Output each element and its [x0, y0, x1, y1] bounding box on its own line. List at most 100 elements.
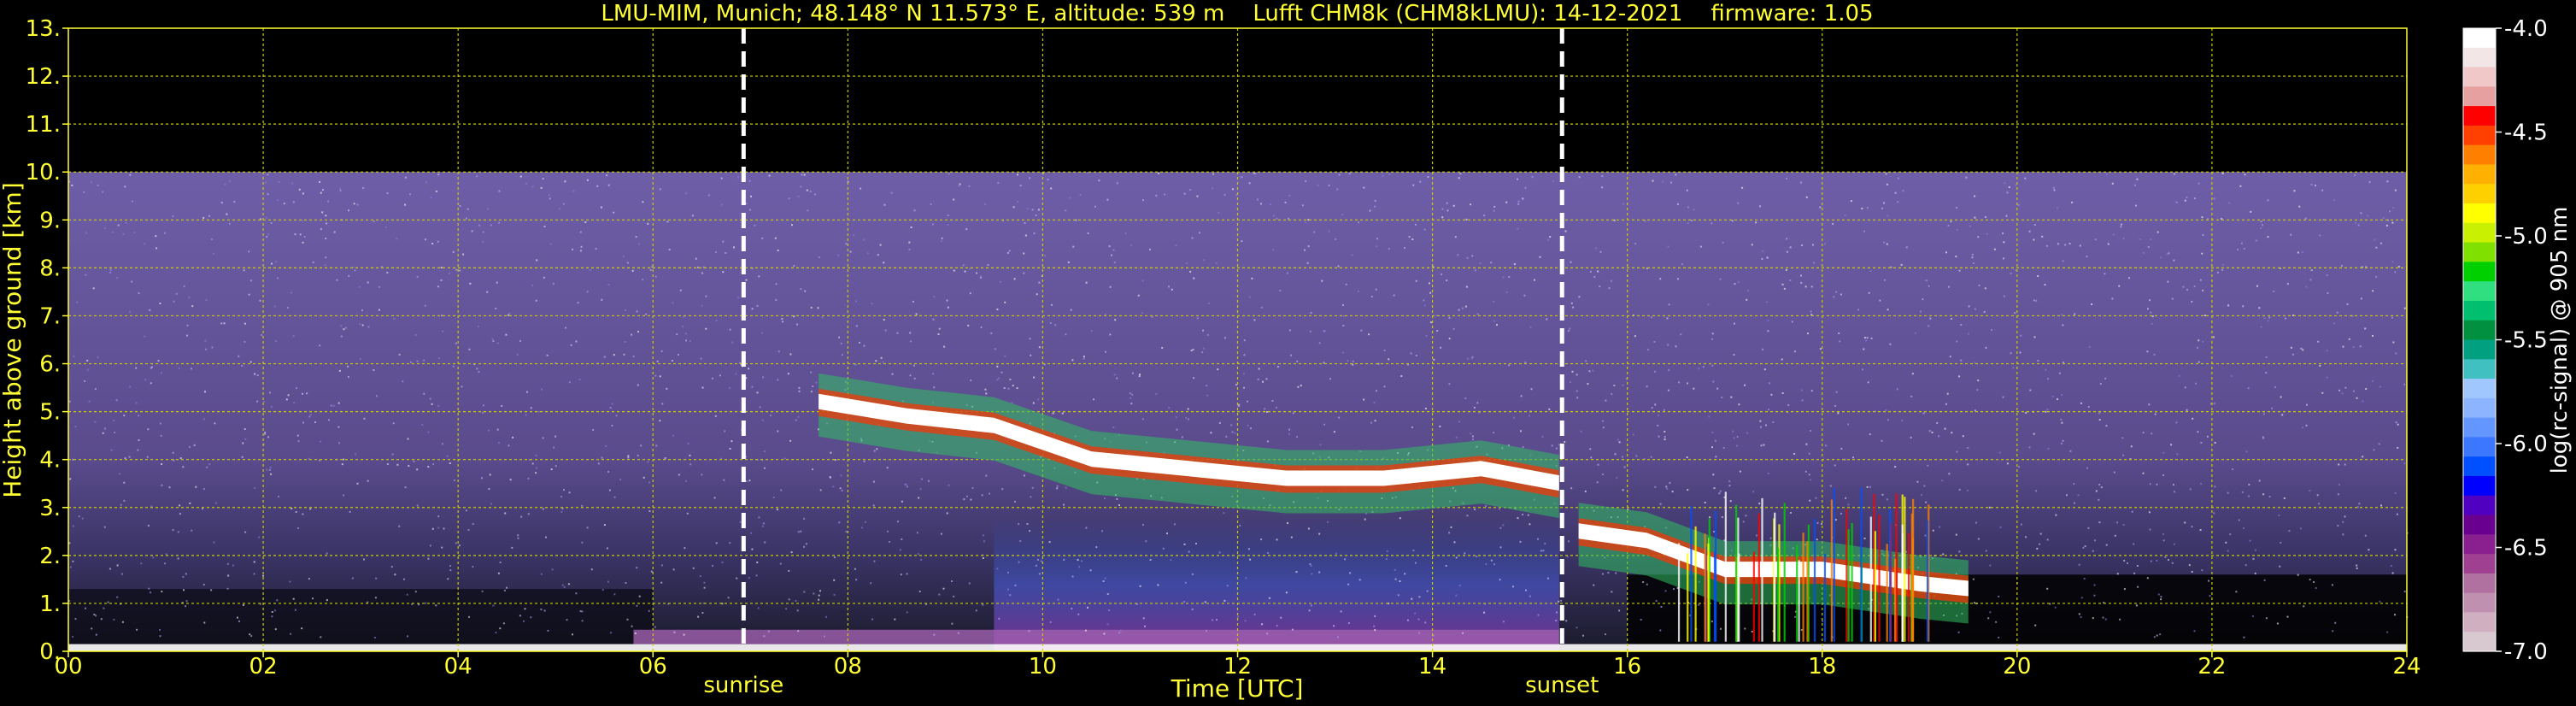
noise-speck [1646, 385, 1648, 388]
noise-speck [590, 568, 593, 571]
noise-speck [561, 508, 564, 510]
noise-speck [220, 322, 223, 325]
noise-speck [581, 504, 584, 507]
noise-speck [1189, 189, 1192, 191]
noise-speck [562, 203, 565, 205]
noise-speck [328, 419, 330, 421]
noise-speck [138, 415, 140, 417]
noise-speck [2006, 462, 2009, 465]
noise-speck [1755, 221, 1757, 224]
noise-speck [1109, 333, 1112, 336]
noise-speck [1341, 214, 1344, 216]
noise-speck [124, 185, 126, 188]
noise-speck [1568, 540, 1570, 543]
noise-speck [1426, 590, 1429, 592]
noise-speck [887, 530, 889, 532]
noise-speck [606, 174, 608, 177]
noise-speck [1833, 296, 1835, 298]
noise-speck [302, 192, 304, 195]
noise-speck [1141, 418, 1144, 421]
noise-speck [1523, 294, 1526, 297]
noise-speck [407, 635, 408, 638]
noise-speck [609, 407, 612, 409]
noise-speck [2221, 172, 2224, 174]
noise-speck [1886, 183, 1888, 185]
noise-speck [1455, 594, 1458, 597]
noise-speck [1116, 497, 1118, 500]
noise-speck [1206, 385, 1208, 387]
noise-speck [1569, 327, 1571, 330]
noise-speck [490, 224, 492, 227]
noise-speck [1404, 573, 1406, 575]
noise-speck [2098, 419, 2101, 421]
noise-speck [1555, 447, 1558, 450]
noise-speck [1881, 493, 1884, 496]
noise-speck [807, 209, 809, 212]
noise-speck [2331, 584, 2333, 586]
noise-speck [1800, 389, 1803, 391]
noise-speck [203, 621, 206, 624]
noise-speck [777, 379, 779, 381]
noise-speck [1335, 238, 1337, 240]
noise-speck [777, 250, 779, 251]
noise-speck [636, 310, 638, 313]
noise-speck [2156, 634, 2158, 637]
noise-speck [2248, 484, 2250, 485]
noise-speck [321, 211, 324, 214]
noise-speck [164, 562, 166, 565]
noise-speck [735, 373, 737, 375]
noise-speck [1660, 606, 1663, 608]
noise-speck [1323, 423, 1326, 426]
noise-speck [2286, 615, 2289, 618]
noise-speck [1819, 348, 1822, 350]
noise-speck [1801, 399, 1804, 402]
noise-speck [789, 439, 792, 442]
noise-speck [958, 185, 960, 187]
noise-speck [109, 568, 111, 570]
noise-speck [2044, 284, 2046, 286]
noise-speck [1310, 312, 1312, 314]
noise-speck [398, 353, 401, 356]
noise-speck [1224, 337, 1226, 339]
noise-speck [256, 400, 259, 403]
noise-speck [2036, 547, 2039, 550]
noise-speck [2136, 565, 2139, 567]
noise-speck [1654, 403, 1657, 406]
noise-speck [2243, 527, 2244, 530]
noise-speck [499, 627, 502, 630]
noise-speck [2003, 257, 2004, 260]
noise-speck [1114, 319, 1117, 321]
noise-speck [1262, 380, 1264, 383]
noise-speck [2262, 413, 2265, 415]
noise-speck [298, 188, 301, 191]
noise-speck [165, 553, 167, 556]
noise-speck [530, 407, 532, 409]
noise-speck [1576, 397, 1579, 399]
noise-speck [1738, 403, 1740, 406]
noise-speck [535, 472, 537, 474]
noise-speck [1185, 417, 1188, 420]
noise-speck [1310, 565, 1312, 567]
noise-speck [830, 451, 832, 454]
noise-speck [998, 617, 1000, 620]
noise-speck [2375, 275, 2378, 278]
noise-speck [1502, 524, 1505, 527]
noise-speck [833, 579, 836, 581]
noise-speck [685, 192, 688, 195]
noise-speck [244, 531, 247, 533]
noise-speck [654, 374, 657, 377]
noise-speck [1386, 550, 1388, 552]
noise-speck [150, 591, 152, 594]
noise-speck [1736, 436, 1739, 438]
noise-speck [531, 185, 534, 188]
noise-speck [1183, 192, 1186, 195]
noise-speck [1284, 201, 1287, 203]
noise-speck [1370, 296, 1373, 298]
noise-speck [441, 546, 443, 549]
noise-speck [596, 185, 599, 187]
noise-speck [1029, 338, 1031, 340]
noise-speck [814, 193, 816, 196]
noise-speck [1787, 404, 1790, 406]
noise-speck [996, 365, 999, 368]
noise-speck [1333, 431, 1335, 433]
